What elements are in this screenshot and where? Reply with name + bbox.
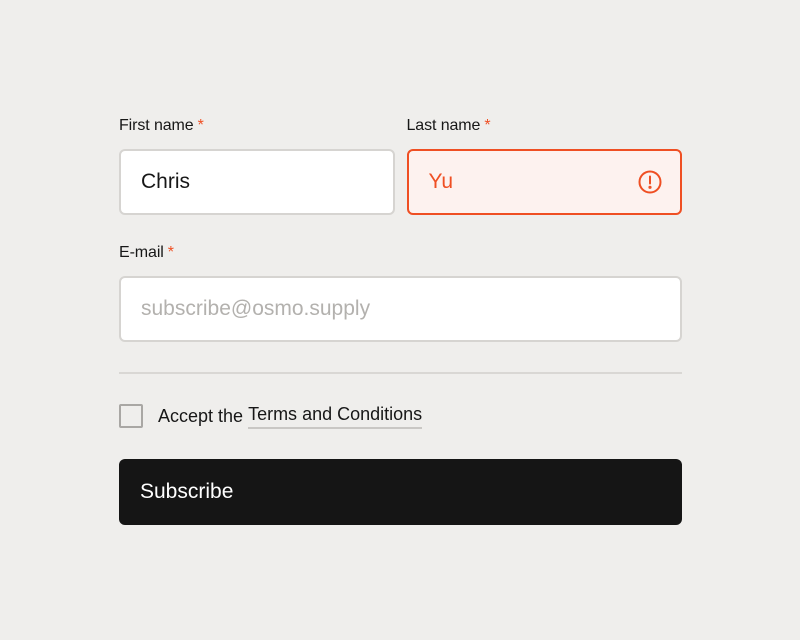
- email-label-text: E-mail: [119, 244, 164, 261]
- required-mark: *: [167, 244, 174, 261]
- last-name-input-box: [406, 149, 682, 215]
- first-name-label-text: First name: [119, 117, 194, 134]
- first-name-input-box: [119, 149, 395, 215]
- subscribe-form: First name* Last name* E-mail* Acc: [119, 116, 682, 525]
- terms-link[interactable]: Terms and Conditions: [248, 404, 423, 429]
- terms-row: Accept the Terms and Conditions: [119, 403, 682, 429]
- required-mark: *: [484, 117, 491, 134]
- email-input[interactable]: [121, 278, 680, 340]
- email-field: E-mail *: [119, 243, 682, 342]
- name-row: First name* Last name*: [119, 116, 682, 215]
- last-name-label: Last name *: [407, 116, 683, 136]
- first-name-input[interactable]: [121, 151, 393, 213]
- last-name-label-text: Last name: [406, 117, 481, 134]
- first-name-label: First name *: [119, 116, 395, 136]
- required-mark: *: [197, 117, 204, 134]
- last-name-field: Last name *: [406, 116, 683, 215]
- divider: [119, 372, 682, 374]
- terms-text: Accept the: [158, 405, 244, 426]
- subscribe-button[interactable]: Subscribe: [119, 459, 682, 525]
- first-name-field: First name *: [119, 116, 395, 215]
- email-input-box: [119, 276, 682, 342]
- alert-circle-icon: [638, 170, 662, 194]
- email-label: E-mail *: [119, 243, 682, 263]
- terms-checkbox[interactable]: [119, 404, 143, 428]
